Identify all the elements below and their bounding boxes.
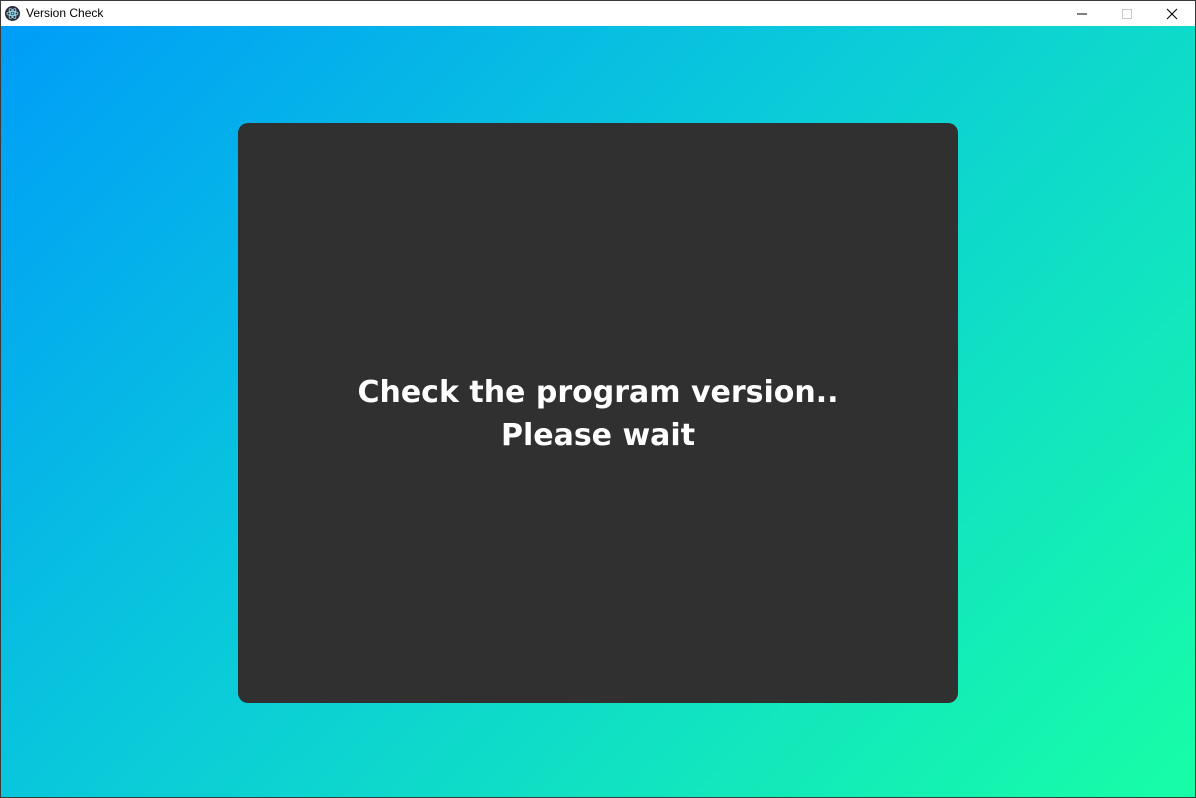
close-icon <box>1166 8 1178 20</box>
title-bar[interactable]: Version Check <box>1 1 1195 26</box>
window-title: Version Check <box>26 6 104 20</box>
app-icon <box>5 6 20 21</box>
maximize-icon <box>1122 9 1132 19</box>
minimize-button[interactable] <box>1059 1 1105 26</box>
app-window: Version Check Check the program version.… <box>0 0 1196 798</box>
status-message-line-2: Please wait <box>500 418 696 453</box>
status-message: Check the program version.. Please wait <box>238 371 958 457</box>
gradient-background: Check the program version.. Please wait <box>1 26 1195 797</box>
maximize-button[interactable] <box>1104 1 1150 26</box>
status-message-line-1: Check the program version.. <box>357 375 839 410</box>
close-button[interactable] <box>1149 1 1195 26</box>
minimize-icon <box>1077 13 1087 15</box>
version-check-card: Check the program version.. Please wait <box>238 123 958 703</box>
